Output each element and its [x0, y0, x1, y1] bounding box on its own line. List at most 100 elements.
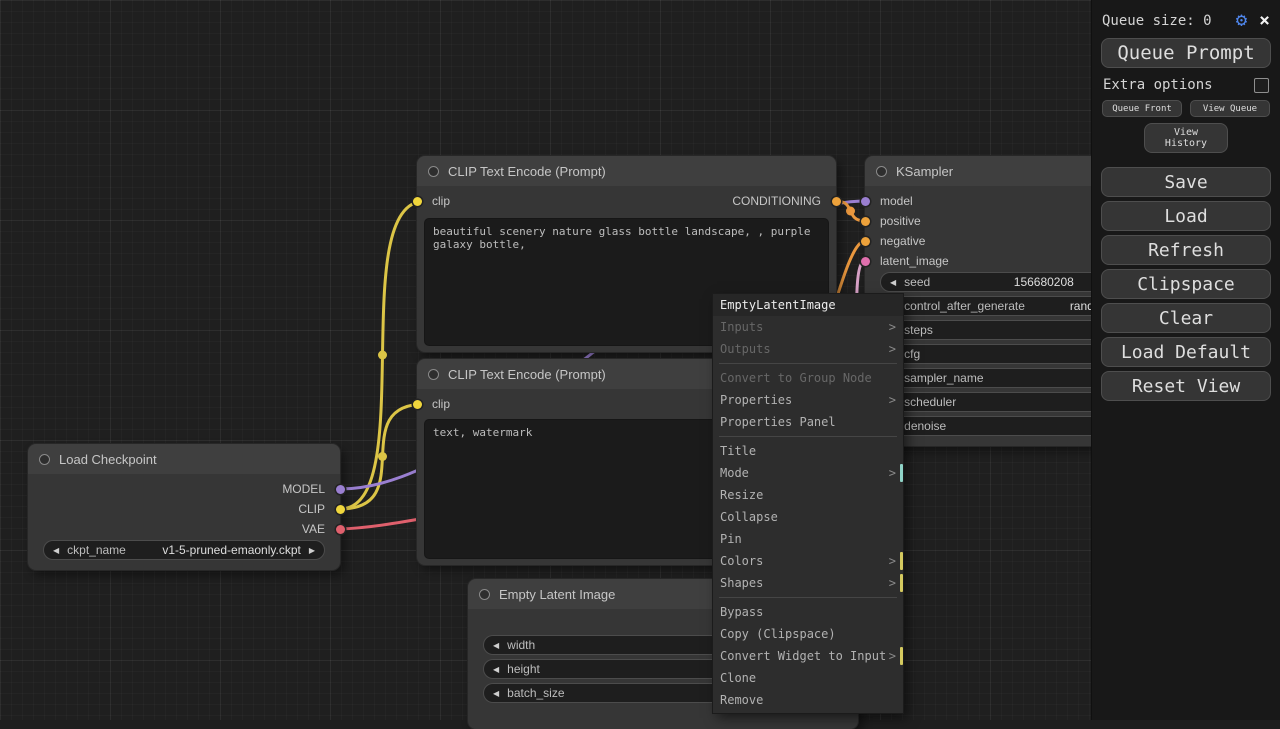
menu-item-label: Outputs	[720, 338, 771, 360]
view-queue-button[interactable]: View Queue	[1190, 100, 1270, 117]
input-label: negative	[880, 234, 925, 248]
clip-input-port[interactable]	[413, 197, 422, 206]
clip-output-port[interactable]	[336, 505, 345, 514]
menu-item-bypass[interactable]: Bypass	[713, 601, 903, 623]
menu-item-label: Colors	[720, 550, 763, 572]
collapse-dot-icon[interactable]	[876, 166, 887, 177]
menu-item-colors[interactable]: Colors >	[713, 550, 903, 572]
submenu-accent	[900, 464, 903, 482]
menu-item-label: Copy (Clipspace)	[720, 623, 836, 645]
menu-item-label: Remove	[720, 689, 763, 711]
latent-image-input-port[interactable]	[861, 257, 870, 266]
submenu-arrow-icon: >	[889, 645, 896, 667]
queue-front-button[interactable]: Queue Front	[1102, 100, 1182, 117]
load-default-button[interactable]: Load Default	[1101, 337, 1271, 367]
menu-item-collapse[interactable]: Collapse	[713, 506, 903, 528]
arrow-left-icon[interactable]: ◀	[53, 546, 59, 555]
menu-item-label: Properties	[720, 389, 792, 411]
widget-value: 156680208	[1014, 275, 1074, 289]
widget-name: width	[507, 638, 535, 652]
widget-name: denoise	[904, 419, 946, 433]
refresh-button[interactable]: Refresh	[1101, 235, 1271, 265]
queue-prompt-button[interactable]: Queue Prompt	[1101, 38, 1271, 68]
menu-item-properties[interactable]: Properties >	[713, 389, 903, 411]
arrow-right-icon[interactable]: ▶	[309, 546, 315, 555]
menu-item-properties-panel[interactable]: Properties Panel	[713, 411, 903, 433]
queue-size-label: Queue size: 0	[1102, 13, 1212, 29]
save-button[interactable]: Save	[1101, 167, 1271, 197]
widget-name: scheduler	[904, 395, 956, 409]
menu-item-convert-to-group-node[interactable]: Convert to Group Node	[713, 367, 903, 389]
menu-item-remove[interactable]: Remove	[713, 689, 903, 711]
settings-gear-icon[interactable]: ⚙	[1236, 11, 1247, 30]
menu-item-title[interactable]: Title	[713, 440, 903, 462]
negative-input-port[interactable]	[861, 237, 870, 246]
widget-name: height	[507, 662, 540, 676]
menu-item-label: Inputs	[720, 316, 763, 338]
menu-panel: Queue size: 0 ⚙ × Queue Prompt Extra opt…	[1092, 0, 1280, 720]
submenu-accent	[900, 574, 903, 592]
widget-name: cfg	[904, 347, 920, 361]
menu-item-copy-clipspace[interactable]: Copy (Clipspace)	[713, 623, 903, 645]
menu-item-label: Convert to Group Node	[720, 367, 872, 389]
load-button[interactable]: Load	[1101, 201, 1271, 231]
node-title: Empty Latent Image	[499, 587, 615, 602]
menu-item-shapes[interactable]: Shapes >	[713, 572, 903, 594]
clipspace-button[interactable]: Clipspace	[1101, 269, 1271, 299]
node-title: CLIP Text Encode (Prompt)	[448, 164, 606, 179]
menu-item-label: Bypass	[720, 601, 763, 623]
node-header[interactable]: CLIP Text Encode (Prompt)	[417, 156, 836, 186]
node-title: CLIP Text Encode (Prompt)	[448, 367, 606, 382]
widget-name: batch_size	[507, 686, 564, 700]
ckpt-name-widget[interactable]: ◀ ckpt_name v1-5-pruned-emaonly.ckpt ▶	[44, 541, 324, 559]
input-label: positive	[880, 214, 921, 228]
arrow-left-icon[interactable]: ◀	[493, 689, 499, 698]
collapse-dot-icon[interactable]	[39, 454, 50, 465]
menu-item-resize[interactable]: Resize	[713, 484, 903, 506]
menu-item-label: Pin	[720, 528, 742, 550]
menu-item-label: Shapes	[720, 572, 763, 594]
widget-name: sampler_name	[904, 371, 983, 385]
positive-input-port[interactable]	[861, 217, 870, 226]
menu-item-pin[interactable]: Pin	[713, 528, 903, 550]
menu-item-clone[interactable]: Clone	[713, 667, 903, 689]
view-history-label: View History	[1163, 127, 1209, 149]
context-menu-title: EmptyLatentImage	[713, 294, 903, 316]
input-label: clip	[432, 194, 450, 208]
arrow-left-icon[interactable]: ◀	[890, 278, 896, 287]
arrow-left-icon[interactable]: ◀	[493, 665, 499, 674]
vae-output-port[interactable]	[336, 525, 345, 534]
clip-input-port[interactable]	[413, 400, 422, 409]
view-history-button[interactable]: View History	[1144, 123, 1228, 153]
node-header[interactable]: Load Checkpoint	[28, 444, 340, 474]
menu-item-convert-widget-to-input[interactable]: Convert Widget to Input >	[713, 645, 903, 667]
collapse-dot-icon[interactable]	[428, 369, 439, 380]
reset-view-button[interactable]: Reset View	[1101, 371, 1271, 401]
menu-separator	[719, 597, 897, 598]
conditioning-output-port[interactable]	[832, 197, 841, 206]
menu-item-label: Collapse	[720, 506, 778, 528]
collapse-dot-icon[interactable]	[479, 589, 490, 600]
menu-item-label: Convert Widget to Input	[720, 645, 886, 667]
widget-value: v1-5-pruned-emaonly.ckpt	[162, 543, 301, 557]
node-load-checkpoint[interactable]: Load Checkpoint MODEL CLIP VAE ◀ ckpt_na…	[28, 444, 340, 570]
menu-item-label: Title	[720, 440, 756, 462]
clear-button[interactable]: Clear	[1101, 303, 1271, 333]
extra-options-checkbox[interactable]	[1254, 78, 1269, 93]
node-title: KSampler	[896, 164, 953, 179]
arrow-left-icon[interactable]: ◀	[493, 641, 499, 650]
input-label: clip	[432, 397, 450, 411]
close-icon[interactable]: ×	[1259, 12, 1270, 30]
graph-canvas[interactable]: CLIP Text Encode (Prompt) clip CONDITION…	[0, 0, 1280, 720]
menu-item-inputs[interactable]: Inputs >	[713, 316, 903, 338]
model-input-port[interactable]	[861, 197, 870, 206]
menu-item-outputs[interactable]: Outputs >	[713, 338, 903, 360]
output-label: VAE	[302, 522, 325, 536]
output-label: CONDITIONING	[732, 194, 821, 208]
model-output-port[interactable]	[336, 485, 345, 494]
submenu-arrow-icon: >	[889, 316, 896, 338]
collapse-dot-icon[interactable]	[428, 166, 439, 177]
input-label: latent_image	[880, 254, 949, 268]
menu-item-label: Mode	[720, 462, 749, 484]
menu-item-mode[interactable]: Mode >	[713, 462, 903, 484]
